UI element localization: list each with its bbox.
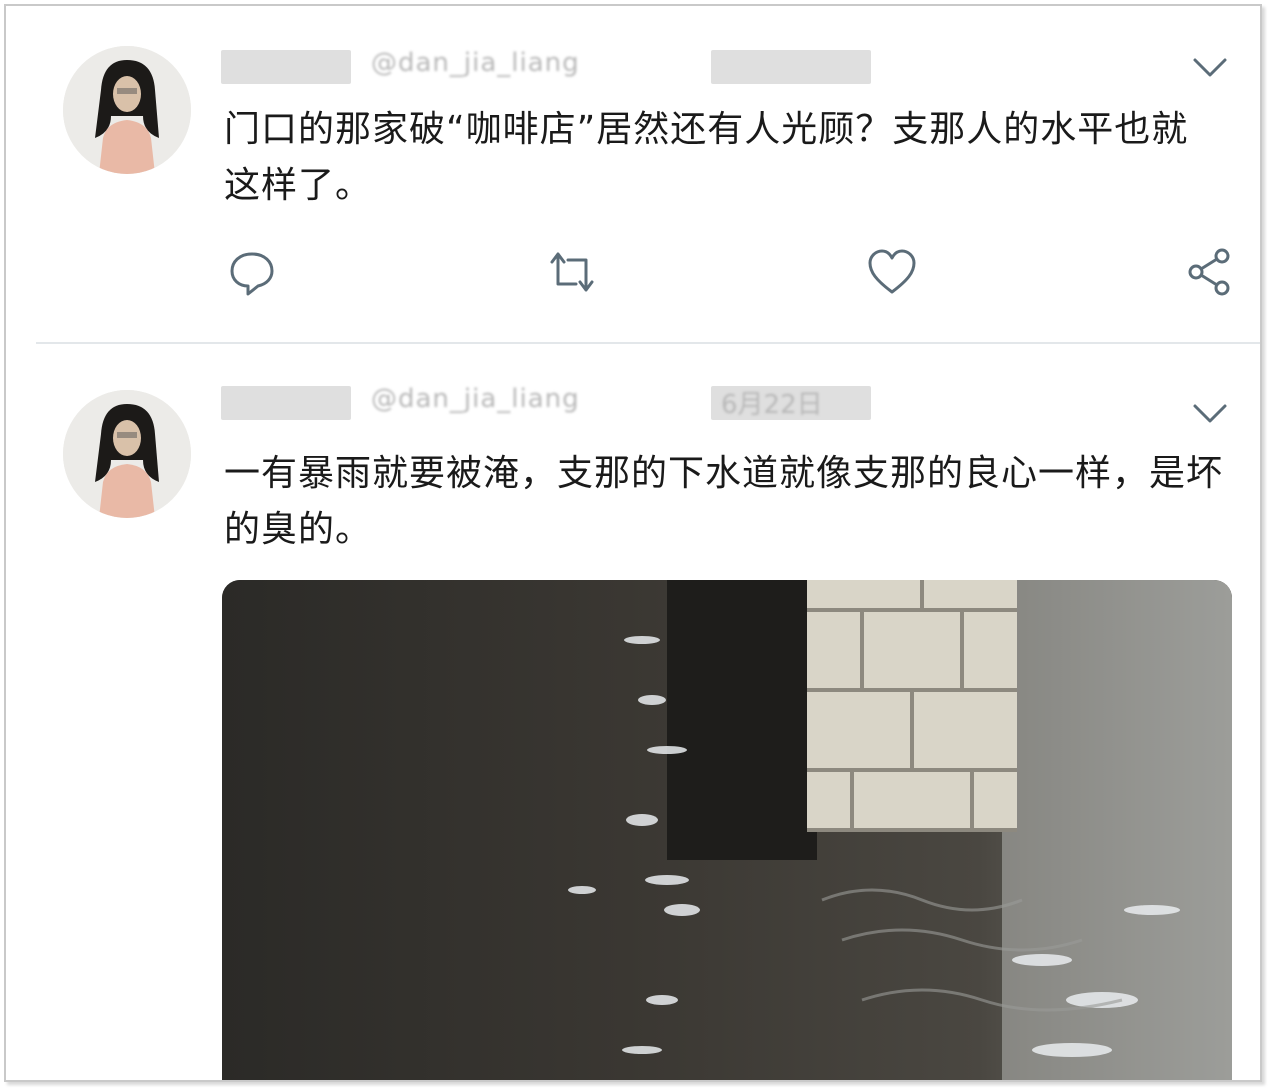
- tweet-date: 6月22日: [721, 390, 823, 420]
- action-bar: [6, 244, 1260, 304]
- tweet[interactable]: @dan_jia_liang 门口的那家破“咖啡店”居然还有人光顾？支那人的水平…: [6, 6, 1260, 342]
- handle-text: @dan_jia_liang: [371, 384, 580, 414]
- avatar[interactable]: [63, 46, 191, 174]
- tweet-text: 一有暴雨就要被淹，支那的下水道就像支那的良心一样，是坏的臭的。: [224, 453, 1224, 550]
- divider: [36, 342, 1260, 344]
- like-icon[interactable]: [864, 244, 920, 300]
- share-icon[interactable]: [1182, 244, 1238, 300]
- avatar[interactable]: [63, 390, 191, 518]
- tweet[interactable]: @dan_jia_liang 6月22日 一有暴雨就要被淹，支那的下水道就像支那…: [6, 346, 1260, 1080]
- handle-text: @dan_jia_liang: [371, 48, 580, 78]
- tweet-text: 门口的那家破“咖啡店”居然还有人光顾？支那人的水平也就这样了。: [224, 109, 1189, 206]
- chevron-down-icon[interactable]: [1192, 56, 1228, 80]
- retweet-icon[interactable]: [544, 244, 600, 300]
- chevron-down-icon[interactable]: [1192, 402, 1228, 426]
- reply-icon[interactable]: [224, 244, 280, 300]
- screenshot-frame: @dan_jia_liang 门口的那家破“咖啡店”居然还有人光顾？支那人的水平…: [4, 4, 1262, 1082]
- flooded-street-photo[interactable]: [222, 580, 1232, 1080]
